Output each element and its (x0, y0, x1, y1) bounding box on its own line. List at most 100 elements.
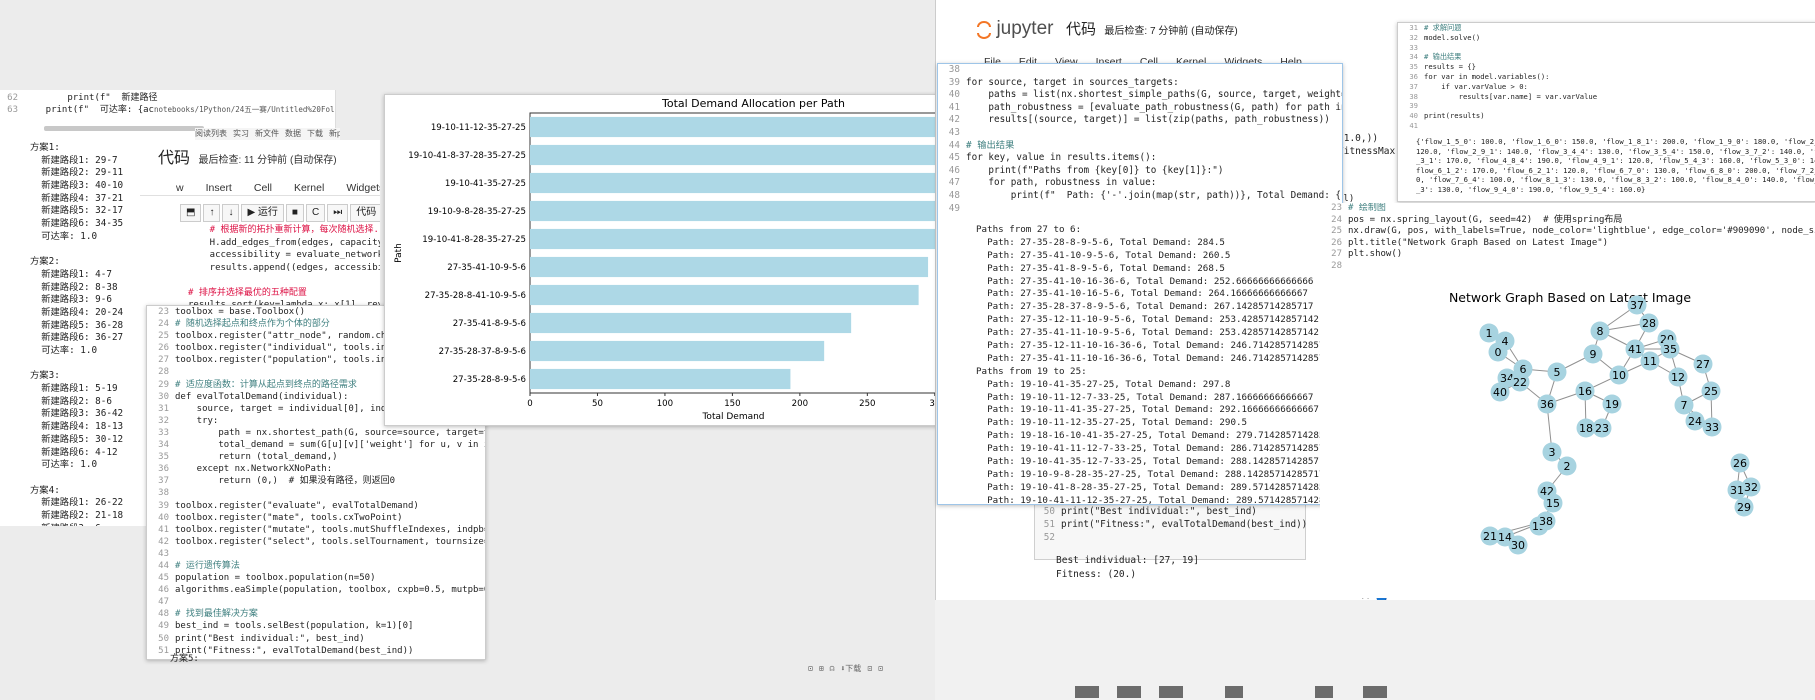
graph-node-label: 26 (1733, 457, 1747, 470)
line-number: 28 (1331, 260, 1342, 271)
scrollbar-h[interactable] (44, 126, 204, 131)
toolbar-button[interactable]: ↑ (203, 204, 221, 222)
code-line: 39 toolbox.register("evaluate", evalTotal… (151, 500, 485, 512)
line-number: 47 (948, 177, 960, 189)
jupyter-fragment-1: (1.0,)) (1338, 133, 1379, 144)
output-line: 新建路段1: 26-22 (30, 497, 124, 509)
line-number: 51 (1043, 519, 1055, 530)
line-number: 33 (1409, 42, 1418, 52)
toolbar-button[interactable]: ■ (285, 204, 304, 222)
line-number: 39 (948, 76, 960, 88)
draw-cell-panel: 23 # 绘制图 24 pos = nx.spring_layout(G, seed=… (1320, 203, 1815, 598)
output-line: 新建路段4: 20-24 (30, 306, 124, 318)
status-icon[interactable]: ⊞ (819, 664, 824, 673)
jupyter-title[interactable]: 代码 (1066, 21, 1096, 38)
code-line: 37 return (0,) # 如果没有路径，则返回0 (151, 475, 485, 487)
graph-node-label: 18 (1579, 422, 1593, 435)
code-line: # 排序并选择最优的五种配置 (188, 287, 307, 298)
code-text: def evalTotalDemand(individual): (175, 391, 349, 402)
menu-item[interactable]: Insert (206, 182, 232, 194)
code-line: 32 model.solve() (1400, 33, 1597, 43)
code-line: 40 toolbox.register("mate", tools.cxTwoPo… (151, 512, 485, 524)
code-line: 41 path_robustness = [evaluate_path_robu… (942, 102, 1342, 115)
output-line: 新建路段4: 37-21 (30, 192, 124, 204)
jupyter-logo-text[interactable]: jupyter (996, 18, 1053, 39)
graph-node-label: 38 (1539, 515, 1553, 528)
code-text: for source, target in sources_targets: (966, 76, 1179, 88)
code-text: nx.draw(G, pos, with_labels=True, node_c… (1348, 226, 1815, 237)
code-text: results = {} (1424, 62, 1476, 72)
menu-item[interactable]: Cell (254, 182, 272, 194)
jupyter-logo-icon[interactable] (976, 20, 992, 39)
status-icon[interactable]: ☊ (830, 664, 835, 673)
output-line: 新建路段5: 36-28 (30, 319, 124, 331)
code-text: print(f" Path: {'-'.join(map(str, path))… (1010, 189, 1342, 201)
menu-item[interactable]: w (176, 182, 184, 194)
code-line: 39 (1400, 101, 1597, 111)
draw-cell-code[interactable]: 23 # 绘制图 24 pos = nx.spring_layout(G, seed=… (1324, 203, 1815, 273)
code-line: 34 # 输出结果 (1400, 52, 1597, 62)
code-line: 33 path = nx.shortest_path(G, source=sou… (151, 427, 485, 439)
ytick-label: 19-10-11-12-35-27-25 (431, 123, 526, 133)
output-line: 新建路段2: 21-18 (30, 509, 124, 521)
toolbar-button[interactable]: ↓ (222, 204, 240, 222)
graph-node-label: 27 (1696, 358, 1710, 371)
bookmark-item[interactable]: 实习 (233, 129, 249, 138)
bookmark-item[interactable]: 新文件 (255, 129, 279, 138)
solver-cell-code[interactable]: 31 # 求解问题 32 model.solve() 33 34 # 输出结果 35 resul… (1400, 23, 1597, 131)
status-icon[interactable]: ⬇下载 (840, 664, 861, 673)
graph-node-label: 37 (1630, 299, 1644, 312)
line-number: 51 (158, 645, 169, 656)
notebook-title[interactable]: 代码 (158, 150, 190, 167)
output-line: Path: 27-35-41-11-10-16-36-6, Total Dema… (976, 352, 1331, 364)
toolbar-button[interactable]: ⬒ (180, 204, 202, 222)
code-line: 37 if var.varValue > 0: (1400, 82, 1597, 92)
line-number: 31 (158, 403, 169, 414)
line-number: 41 (158, 524, 169, 535)
code-line: 45 for key, value in results.items(): (942, 152, 1342, 165)
graph-node-label: 21 (1483, 530, 1497, 543)
xtick-label: 150 (724, 399, 740, 409)
code-line: 42 results[(source, target)] = list(zip(… (942, 114, 1342, 127)
output-line: Path: 27-35-12-11-10-9-5-6, Total Demand… (976, 314, 1319, 326)
toolbar-button[interactable]: 代码 (350, 204, 380, 222)
line-number: 23 (1331, 203, 1342, 213)
bar-chart-panel: Total Demand Allocation per Path 19-10-11… (384, 94, 938, 426)
network-graph: Network Graph Based on Latest Image10463… (1449, 290, 1761, 555)
output-line: _3_1': 170.0, 'flow_4_8_4': 190.0, 'flow… (1416, 156, 1815, 166)
status-icon[interactable]: ⊡ (878, 664, 883, 673)
code-text: try: (175, 415, 219, 426)
graph-node-label: 28 (1642, 317, 1656, 330)
code-text: for key, value in results.items(): (966, 152, 1157, 164)
jupyter-header: jupyter 代码 最后检查: 7 分钟前 (自动保存) (976, 18, 1238, 40)
status-icon[interactable]: ⊡ (808, 664, 813, 673)
bottom-blur-text (1075, 686, 1675, 698)
graph-node-label: 5 (1554, 366, 1561, 379)
line-number: 24 (1331, 214, 1342, 225)
bookmark-item[interactable]: 下载 (307, 129, 323, 138)
output-line: 新建路段5: 32-17 (30, 205, 124, 217)
menu-item[interactable]: Kernel (294, 182, 324, 194)
bookmark-item[interactable]: 阅读列表 (195, 129, 227, 138)
menu-item[interactable]: Widgets (346, 182, 380, 194)
best-cell-input[interactable]: 50 print("Best individual:", best_ind) 51 p… (1034, 502, 1307, 560)
ytick-label: 19-10-41-8-28-35-27-25 (422, 235, 526, 245)
line-number: 27 (1331, 249, 1342, 260)
output-line: Path: 27-35-28-37-8-9-5-6, Total Demand:… (976, 301, 1314, 313)
bookmark-item[interactable]: 数据 (285, 129, 301, 138)
output-line: 新建路段6: 4-12 (30, 446, 118, 458)
toolbar-button[interactable]: C (305, 204, 326, 222)
bar (530, 144, 937, 166)
code-line: 38 (151, 487, 485, 499)
toolbar-button[interactable]: ⏭ (327, 204, 349, 222)
bookmark-item[interactable]: 新python (329, 129, 340, 138)
paths-cell-code[interactable]: 38 39 for source, target in sources_target… (942, 64, 1342, 215)
graph-node-label: 35 (1663, 343, 1677, 356)
line-number: 35 (1409, 62, 1418, 72)
code-line: 62 print(f" 新建路径 (0, 93, 335, 104)
graph-node-label: 25 (1704, 385, 1718, 398)
toolbar-button[interactable]: ▶ 运行 (241, 204, 284, 222)
status-icon[interactable]: ⊡ (867, 664, 872, 673)
